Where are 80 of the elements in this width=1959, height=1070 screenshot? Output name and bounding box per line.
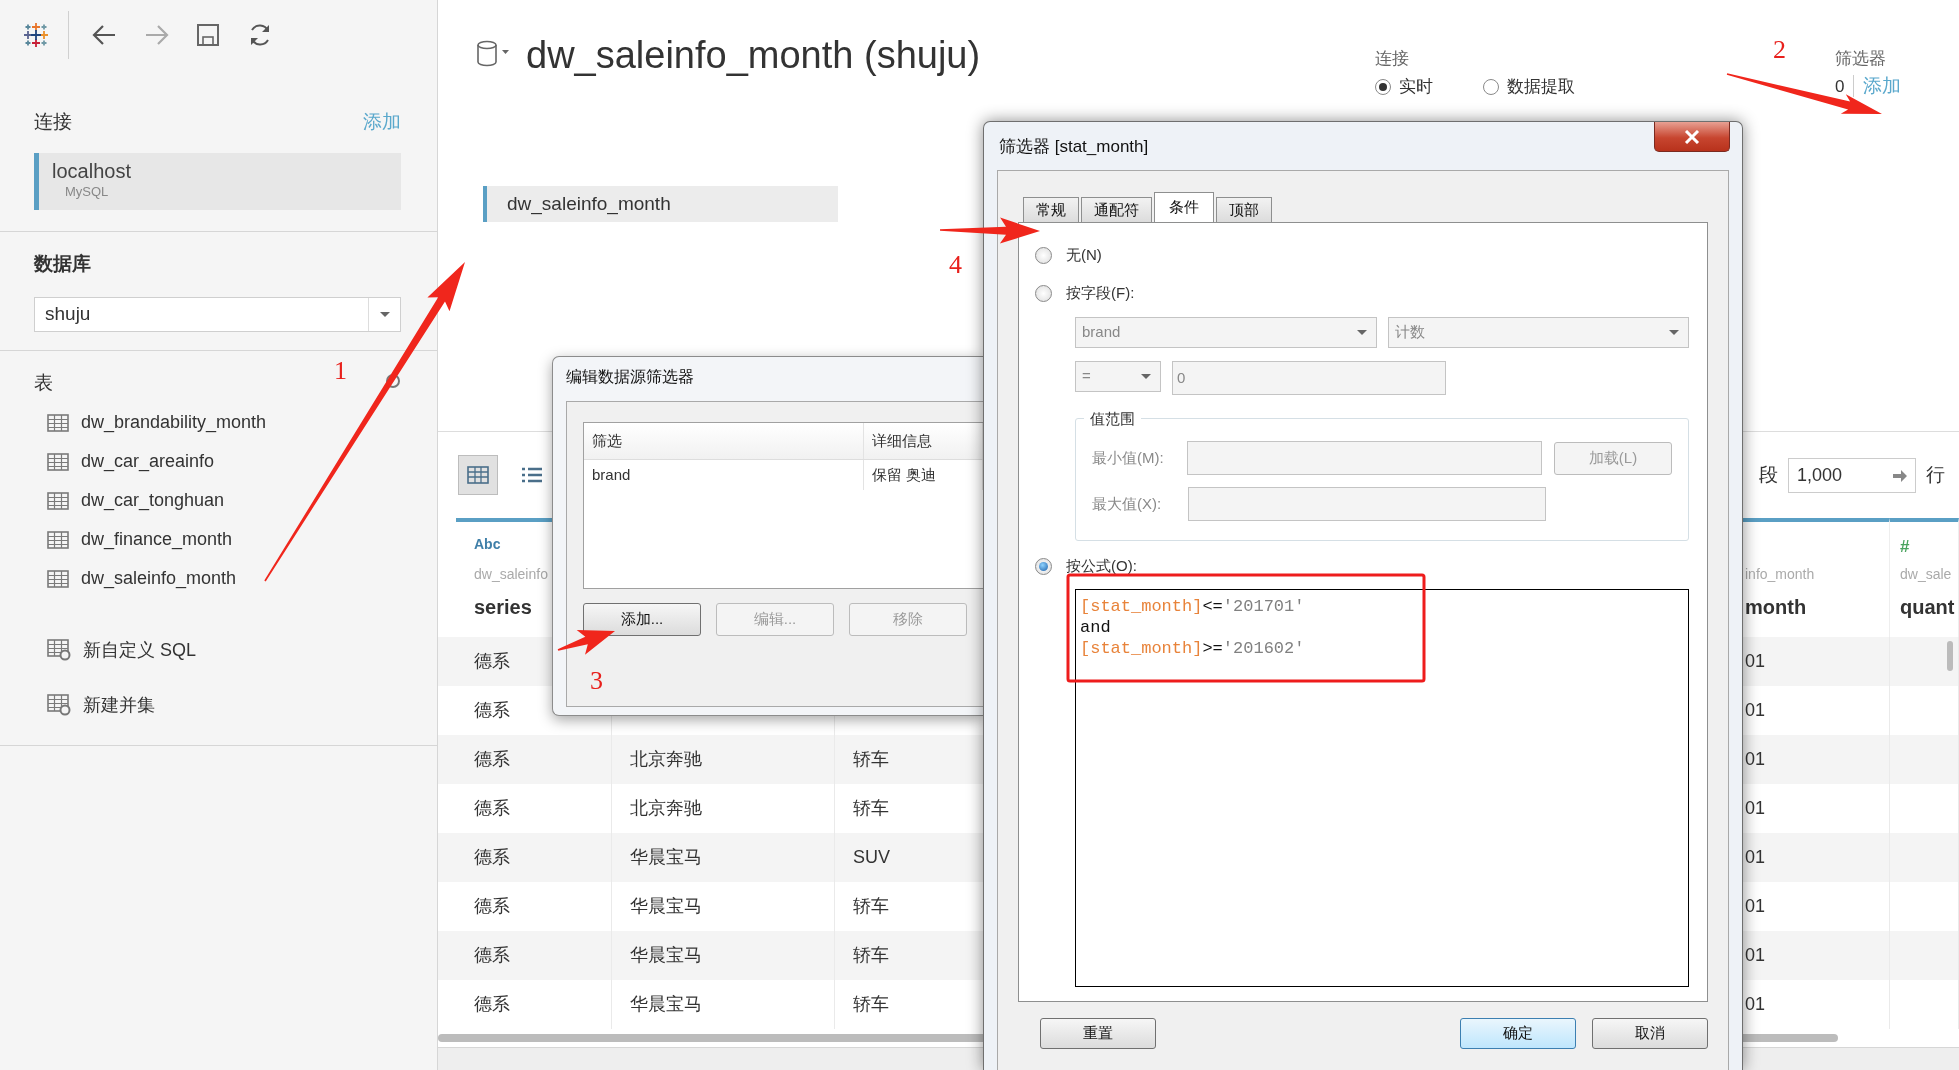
radio-label: 数据提取 xyxy=(1507,76,1575,98)
column-header: 筛选 xyxy=(584,423,864,459)
min-value-field[interactable] xyxy=(1187,441,1543,475)
table-icon xyxy=(47,530,69,549)
dialog-button[interactable]: 确定 xyxy=(1460,1018,1576,1049)
group-label: 筛选器 xyxy=(1835,48,1886,70)
filter-count: 0 xyxy=(1835,75,1845,98)
toolbar-label: 段 xyxy=(1759,462,1778,487)
radio-button[interactable] xyxy=(1035,246,1052,264)
step-number: 4 xyxy=(949,252,962,278)
table-gear-icon xyxy=(47,639,71,661)
caret-icon xyxy=(1356,329,1368,336)
field-label: 最小值(M): xyxy=(1092,447,1165,468)
table-cell: 德系 xyxy=(456,980,612,1029)
grid-view-button[interactable] xyxy=(458,455,498,495)
database-icon[interactable] xyxy=(476,40,510,68)
row-count-field[interactable]: 1,000 xyxy=(1788,457,1916,493)
datasource-title: dw_saleinfo_month (shuju) xyxy=(526,33,982,78)
dialog-button[interactable]: 添加... xyxy=(583,603,701,636)
radio-button[interactable] xyxy=(1483,78,1499,95)
table-icon xyxy=(47,569,69,588)
max-value-field[interactable] xyxy=(1188,487,1546,521)
table-cell: 德系 xyxy=(456,931,612,980)
caret-icon xyxy=(378,311,391,318)
formula-editor[interactable]: [stat_month]<='201701' and [stat_month]>='201602' xyxy=(1075,589,1689,987)
table-name[interactable]: dw_brandability_month xyxy=(81,409,267,436)
tab[interactable]: 常规 xyxy=(1023,197,1079,222)
connection-item[interactable]: localhost MySQL xyxy=(34,153,401,210)
close-icon xyxy=(1684,129,1700,144)
field-label: 最大值(X): xyxy=(1092,493,1163,514)
arrow-icon[interactable] xyxy=(1892,468,1908,483)
table-cell: 德系 xyxy=(456,833,612,882)
canvas-table[interactable]: dw_saleinfo_month xyxy=(483,186,838,222)
section-title: 连接 xyxy=(34,109,72,134)
table-cell: 华晨宝马 xyxy=(612,833,835,882)
table-cell: 华晨宝马 xyxy=(612,980,835,1029)
toolbar-label: 行 xyxy=(1926,462,1945,487)
table-name[interactable]: dw_car_areainfo xyxy=(81,448,215,475)
radio-button[interactable] xyxy=(1035,557,1052,575)
dialog-button[interactable]: 重置 xyxy=(1040,1018,1156,1049)
close-button[interactable] xyxy=(1654,122,1730,152)
table-cell: 华晨宝马 xyxy=(612,931,835,980)
table-icon xyxy=(47,452,69,471)
grid-icon xyxy=(467,466,489,484)
step-number: 2 xyxy=(1773,37,1786,63)
section-title: 表 xyxy=(34,370,53,395)
table-name[interactable]: dw_finance_month xyxy=(81,526,233,553)
table-name[interactable]: dw_saleinfo_month xyxy=(81,565,237,592)
radio-button[interactable] xyxy=(1035,284,1052,302)
database-dropdown[interactable]: shuju xyxy=(34,297,401,332)
action-link[interactable]: 新自定义 SQL xyxy=(83,636,197,664)
table-cell: 北京奔驰 xyxy=(612,735,835,784)
app-logo-icon[interactable] xyxy=(22,21,50,49)
section-title: 数据库 xyxy=(34,251,91,276)
radio-label: 无(N) xyxy=(1066,244,1102,265)
group-label: 连接 xyxy=(1375,48,1409,70)
annotation-arrow xyxy=(557,630,615,655)
dialog-title: 编辑数据源筛选器 xyxy=(566,367,695,387)
table-icon xyxy=(47,413,69,432)
action-link[interactable]: 新建并集 xyxy=(83,691,155,719)
caret-icon xyxy=(1140,373,1152,380)
caret-icon xyxy=(1668,329,1680,336)
radio-button[interactable] xyxy=(1375,78,1391,95)
table-icon xyxy=(47,491,69,510)
table-name[interactable]: dw_car_tonghuan xyxy=(81,487,225,514)
save-icon[interactable] xyxy=(195,22,222,48)
radio-label: 实时 xyxy=(1399,76,1433,98)
tab[interactable]: 条件 xyxy=(1154,192,1214,222)
radio-label: 按公式(O): xyxy=(1066,555,1137,576)
list-cell[interactable]: brand xyxy=(584,460,864,490)
dialog-button[interactable]: 取消 xyxy=(1592,1018,1708,1049)
dialog-title: 筛选器 [stat_month] xyxy=(999,136,1149,158)
list-icon xyxy=(521,466,543,484)
radio-label: 按字段(F): xyxy=(1066,282,1135,303)
tab[interactable]: 顶部 xyxy=(1216,197,1272,222)
tab[interactable]: 通配符 xyxy=(1081,197,1152,222)
table-gear-icon xyxy=(47,694,71,716)
scrollbar-thumb[interactable] xyxy=(1947,641,1953,671)
table-cell: 德系 xyxy=(456,735,612,784)
step-number: 1 xyxy=(334,358,347,384)
